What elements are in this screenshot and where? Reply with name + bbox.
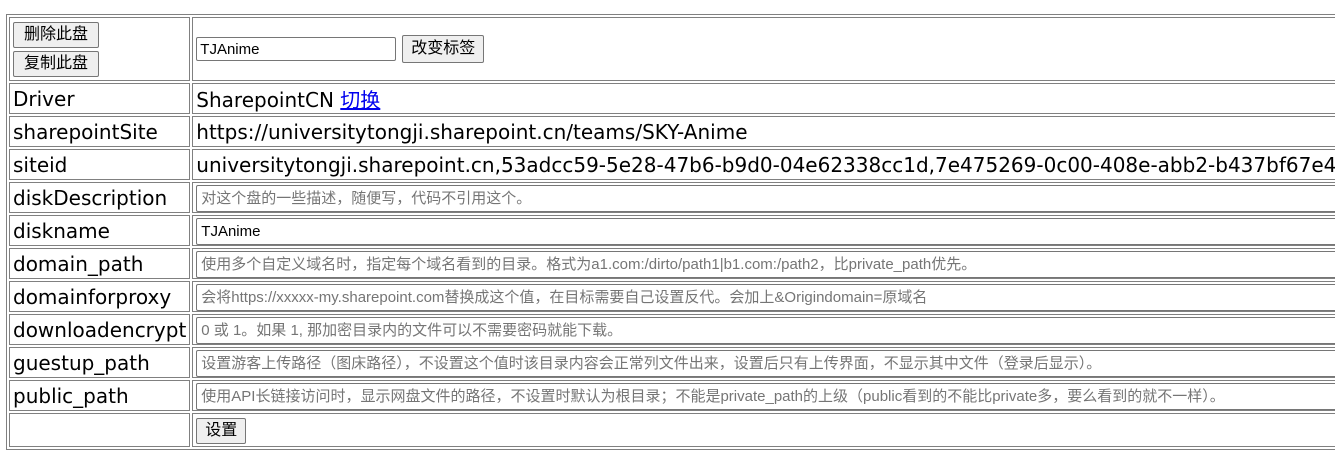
domainforproxy-label: domainforproxy [9,281,191,312]
domain-path-row: domain_path [9,248,1335,279]
copy-disk-button[interactable]: 复制此盘 [13,50,99,77]
guestup-path-cell [192,347,1335,378]
submit-cell: 设置 [192,413,1335,447]
driver-row: Driver SharepointCN 切换 [9,83,1335,114]
switch-driver-link[interactable]: 切换 [340,88,380,112]
guestup-path-input[interactable] [196,349,1335,377]
actions-cell: 删除此盘 复制此盘 [9,17,191,81]
change-tag-button[interactable]: 改变标签 [402,35,485,63]
public-path-row: public_path [9,380,1335,411]
downloadencrypt-input[interactable] [196,316,1335,344]
siteid-label: siteid [9,149,191,180]
disk-description-input[interactable] [196,184,1335,212]
domain-path-input[interactable] [196,250,1335,278]
public-path-input[interactable] [196,382,1335,410]
guestup-path-label: guestup_path [9,347,191,378]
downloadencrypt-row: downloadencrypt [9,314,1335,345]
domain-path-cell [192,248,1335,279]
sharepoint-site-label: sharepointSite [9,116,191,147]
tag-input[interactable] [196,37,397,61]
actions-row: 删除此盘 复制此盘 改变标签 [9,17,1335,81]
disk-description-row: diskDescription [9,182,1335,213]
driver-value-cell: SharepointCN 切换 [192,83,1335,114]
sharepoint-site-value: https://universitytongji.sharepoint.cn/t… [192,116,1335,147]
diskname-row: diskname [9,215,1335,246]
submit-settings-button[interactable]: 设置 [196,418,247,444]
public-path-label: public_path [9,380,191,411]
diskname-cell [192,215,1335,246]
disk-description-label: diskDescription [9,182,191,213]
downloadencrypt-cell [192,314,1335,345]
sharepoint-site-row: sharepointSite https://universitytongji.… [9,116,1335,147]
driver-value: SharepointCN [196,88,334,112]
tag-cell: 改变标签 [192,17,1335,81]
domainforproxy-cell [192,281,1335,312]
public-path-cell [192,380,1335,411]
driver-label: Driver [9,83,191,114]
siteid-value: universitytongji.sharepoint.cn,53adcc59-… [192,149,1335,180]
disk-settings-table: 删除此盘 复制此盘 改变标签 Driver SharepointCN 切换 sh… [6,14,1335,450]
domainforproxy-input[interactable] [196,283,1335,311]
downloadencrypt-label: downloadencrypt [9,314,191,345]
submit-empty-cell [9,413,191,447]
delete-disk-button[interactable]: 删除此盘 [13,21,99,48]
domain-path-label: domain_path [9,248,191,279]
submit-row: 设置 [9,413,1335,447]
siteid-row: siteid universitytongji.sharepoint.cn,53… [9,149,1335,180]
diskname-label: diskname [9,215,191,246]
diskname-input[interactable] [196,217,1335,245]
disk-description-cell [192,182,1335,213]
guestup-path-row: guestup_path [9,347,1335,378]
domainforproxy-row: domainforproxy [9,281,1335,312]
